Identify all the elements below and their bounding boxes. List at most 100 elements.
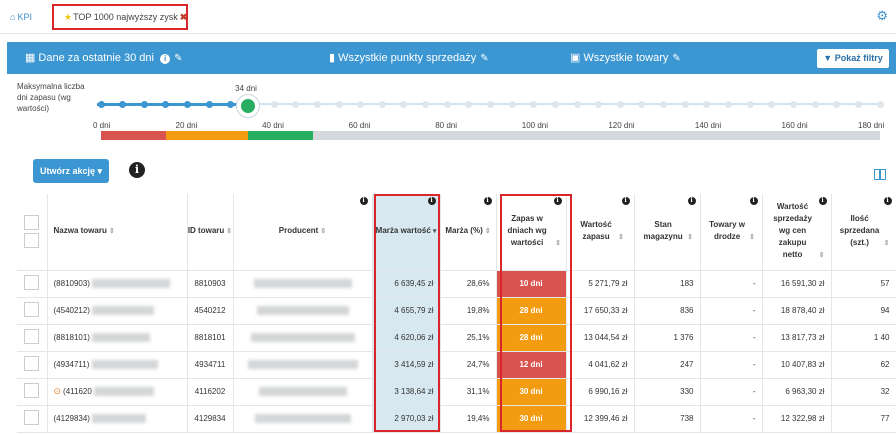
show-filters-button[interactable]: ▼ Pokaż filtry [817, 49, 889, 68]
slider-step-dot[interactable] [292, 101, 300, 108]
slider-step-dot[interactable] [119, 101, 127, 108]
row-checkbox[interactable] [24, 302, 40, 317]
col-sold-qty[interactable]: i Ilość sprzedana (szt.) ⇕ [831, 194, 896, 271]
slider-tick-label: 180 dni [858, 121, 885, 130]
tab-kpi[interactable]: ⌂ KPI [10, 12, 32, 22]
slider-step-dot[interactable] [551, 101, 559, 108]
col-stock-qty[interactable]: i Stan magazynu ⇕ [634, 194, 701, 271]
slider-step-dot[interactable] [638, 101, 646, 108]
info-icon[interactable]: i [483, 197, 492, 205]
col-sales-value-label: Wartość sprzedaży wg cen zakupu netto [773, 202, 812, 260]
slider-step-dot[interactable] [400, 101, 408, 108]
slider-step-dot[interactable] [573, 101, 581, 108]
slider-step-dot[interactable] [768, 101, 776, 108]
col-in-transit[interactable]: i Towary w drodze ⇕ [700, 194, 763, 271]
col-margin-pct[interactable]: i Marża (%) ⇕ [440, 194, 497, 271]
info-icon[interactable]: i [621, 197, 630, 205]
edit-icon[interactable]: ✎ [480, 53, 488, 64]
info-icon[interactable]: i [818, 197, 827, 205]
slider-step-dot[interactable] [378, 101, 386, 108]
slider-step-dot[interactable] [97, 101, 105, 108]
slider-step-dot[interactable] [811, 101, 819, 108]
slider-step-dot[interactable] [227, 101, 235, 108]
slider-step-dot[interactable] [184, 101, 192, 108]
info-icon[interactable]: i [749, 197, 758, 205]
slider-step-dot[interactable] [789, 101, 797, 108]
select-all-checkbox-2[interactable] [24, 233, 40, 249]
tab-top-1000[interactable]: ★TOP 1000 najwyższy zysk ✖ [52, 4, 188, 30]
margin-value-cell: 3 414,59 zł [372, 351, 441, 379]
slider-step-dot[interactable] [422, 101, 430, 108]
stock-value-cell: 12 399,46 zł [566, 405, 635, 433]
sales-value-cell: 6 963,30 zł [762, 378, 832, 406]
slider-step-dot[interactable] [465, 101, 473, 108]
row-checkbox[interactable] [24, 275, 40, 290]
settings-gear-icon[interactable]: ⚙ [876, 8, 888, 24]
stock-days-badge: 30 dni [496, 405, 567, 433]
row-checkbox[interactable] [24, 356, 40, 371]
slider-step-dot[interactable] [530, 101, 538, 108]
row-checkbox[interactable] [24, 383, 40, 398]
slider-step-dot[interactable] [140, 101, 148, 108]
row-checkbox[interactable] [24, 329, 40, 344]
points-filter[interactable]: ▮ Wszystkie punkty sprzedaży ✎ [329, 51, 489, 64]
info-icon[interactable]: i [687, 197, 696, 205]
slider-step-dot[interactable] [595, 101, 603, 108]
table-row[interactable]: (8818101) 8818101 4 620,06 zł 25,1% 28 dni 1… [17, 324, 896, 352]
slider-step-dot[interactable] [487, 101, 494, 108]
table-row[interactable]: ⊙ (411620 4116202 3 138,64 zł 31,1% 30 dni 6 … [17, 378, 896, 406]
create-action-button[interactable]: Utwórz akcję ▾ [33, 159, 109, 183]
col-producer[interactable]: Producent ⇕ i [233, 194, 373, 271]
product-name-cell: (4129834) [47, 405, 188, 433]
table-row[interactable]: (4934711) 4934711 3 414,59 zł 24,7% 12 dni 4… [17, 351, 896, 379]
slider-step-dot[interactable] [746, 101, 754, 108]
sort-icon: ⇕ [226, 228, 233, 236]
period-filter[interactable]: ▦ Dane za ostatnie 30 dni i ✎ [25, 51, 182, 64]
slider-step-dot[interactable] [313, 101, 321, 108]
edit-icon[interactable]: ✎ [672, 53, 680, 64]
slider-tick-label: 140 dni [694, 121, 722, 130]
product-code: (411620 [63, 387, 92, 396]
slider-step-dot[interactable] [162, 101, 170, 108]
row-checkbox[interactable] [24, 410, 40, 425]
info-icon[interactable]: i [883, 197, 892, 205]
slider-step-dot[interactable] [703, 101, 711, 108]
col-id[interactable]: ID towaru ⇕ [187, 194, 234, 271]
slider-step-dot[interactable] [205, 101, 213, 108]
col-stock-value[interactable]: i Wartość zapasu ⇕ [566, 194, 635, 271]
product-code: (4934711) [53, 359, 90, 369]
slider-handle[interactable] [237, 95, 260, 117]
slider-step-dot[interactable] [335, 101, 343, 108]
columns-icon[interactable] [874, 169, 886, 180]
slider-step-dot[interactable] [270, 101, 278, 108]
slider-step-dot[interactable] [854, 101, 862, 108]
slider-step-dot[interactable] [876, 101, 884, 108]
col-name[interactable]: Nazwa towaru ⇕ [47, 194, 188, 271]
slider-step-dot[interactable] [660, 101, 668, 108]
slider-step-dot[interactable] [508, 101, 516, 108]
slider-step-dot[interactable] [443, 101, 451, 108]
select-all-checkbox[interactable] [24, 215, 40, 231]
stock-value-cell: 5 271,79 zł [566, 270, 635, 298]
products-filter[interactable]: ▣ Wszystkie towary ✎ [570, 51, 681, 64]
margin-pct-cell: 31,1% [440, 378, 497, 406]
col-sales-value[interactable]: i Wartość sprzedaży wg cen zakupu netto ⇕ [762, 194, 832, 271]
sold-qty-cell: 1 40 [831, 324, 896, 352]
slider-step-dot[interactable] [616, 101, 624, 108]
col-stock-days[interactable]: i Zapas w dniach wg wartości ⇕ [496, 194, 567, 271]
slider-step-dot[interactable] [681, 101, 689, 108]
table-row[interactable]: (4129834) 4129834 2 970,03 zł 19,4% 30 dni 1… [17, 405, 896, 433]
slider-step-dot[interactable] [357, 101, 365, 108]
edit-icon[interactable]: ✎ [174, 53, 182, 64]
col-margin-value[interactable]: i Marża wartość ▾ [372, 194, 441, 271]
slider-step-dot[interactable] [833, 101, 841, 108]
table-row[interactable]: (8810903) 8810903 6 639,45 zł 28,6% 10 dni 5… [17, 270, 896, 298]
slider-step-dot[interactable] [725, 101, 733, 108]
info-icon[interactable]: i [129, 162, 145, 178]
sort-icon: ⇕ [618, 234, 624, 242]
info-icon[interactable]: i [553, 197, 562, 205]
close-icon[interactable]: ✖ [180, 12, 188, 22]
info-icon[interactable]: i [359, 197, 368, 205]
table-row[interactable]: (4540212) 4540212 4 655,79 zł 19,8% 28 dni 1… [17, 297, 896, 325]
info-icon[interactable]: i [427, 197, 436, 205]
